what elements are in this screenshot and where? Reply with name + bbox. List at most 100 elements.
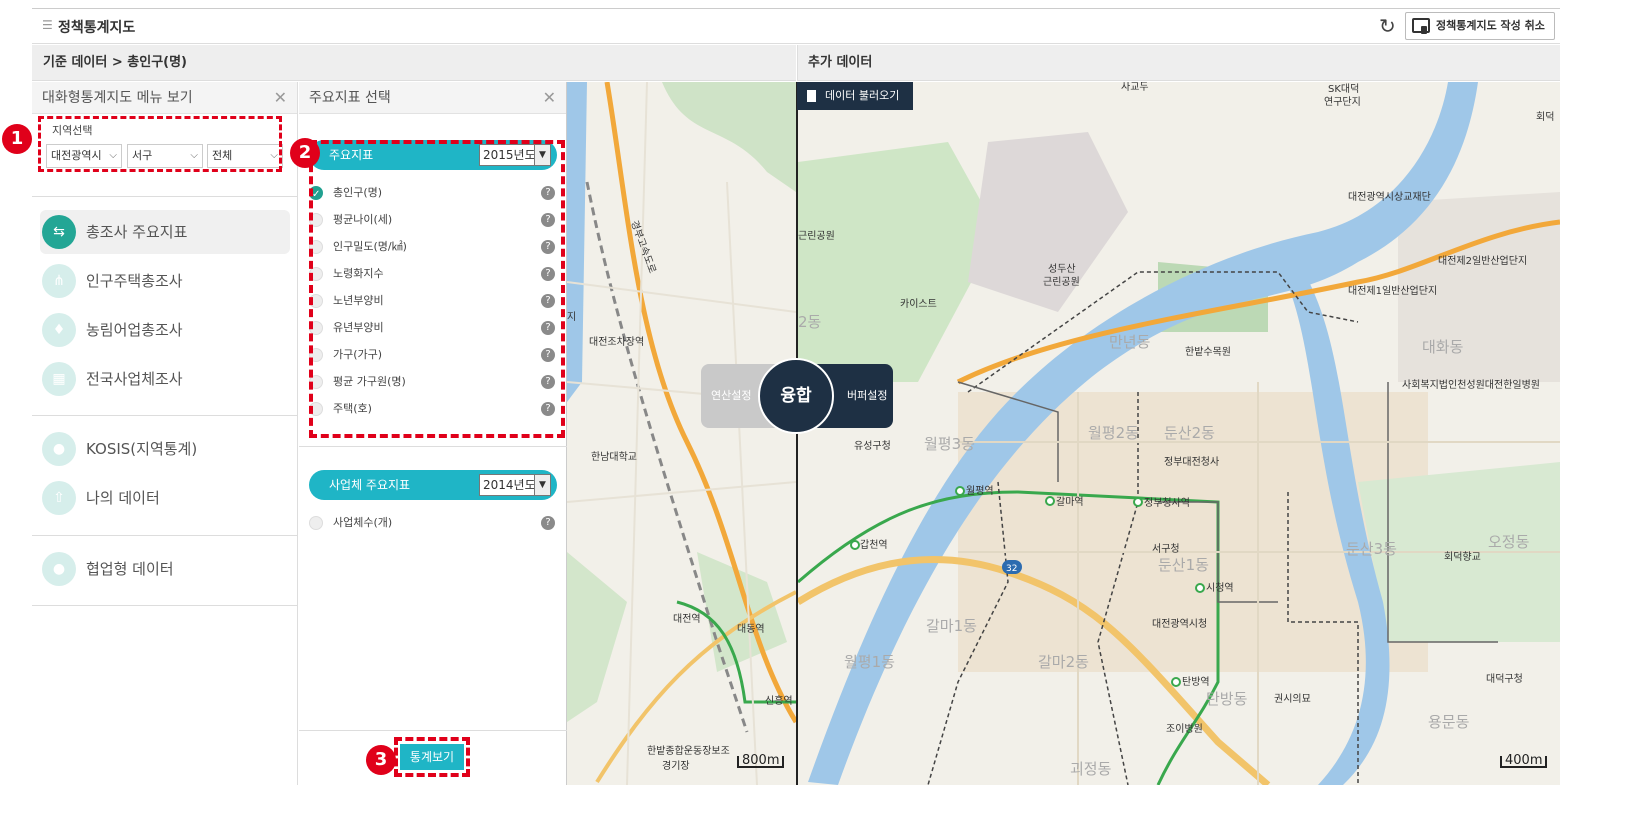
svg-text:갈마2동: 갈마2동 [1038, 653, 1089, 671]
svg-text:SK대덕: SK대덕 [1328, 83, 1359, 95]
fusion-control: 연산설정 버퍼설정 융합 [701, 358, 893, 434]
menu-item-business-census[interactable]: ▦ 전국사업체조사 [40, 357, 290, 401]
menu-icon[interactable]: ☰ [42, 18, 53, 32]
cancel-policy-map-button[interactable]: 정책통계지도 작성 취소 [1405, 12, 1555, 40]
svg-text:카이스트: 카이스트 [900, 298, 937, 310]
help-icon[interactable]: ? [541, 516, 555, 530]
monitor-icon [1412, 18, 1430, 34]
menu-item-label: 나의 데이터 [86, 489, 160, 507]
people-icon: ⋔ [42, 264, 76, 298]
menu-item-label: 총조사 주요지표 [86, 223, 188, 241]
svg-text:용문동: 용문동 [1428, 713, 1470, 731]
menu-item-label: 농림어업총조사 [86, 321, 183, 339]
svg-text:지: 지 [567, 311, 576, 323]
divider [32, 196, 298, 197]
right-map-canvas: 32 사교두 SK대덕 연구단지 회덕 대전광역시상교재단 대전제2일반산업단지… [798, 82, 1560, 785]
svg-text:한밭종합운동장보조: 한밭종합운동장보조 [647, 745, 730, 757]
indicator-panel: 주요지표 선택 ✕ 주요지표 2015년도▼ 총인구(명)? 평균나이(세)? … [299, 82, 567, 785]
svg-text:갈마1동: 갈마1동 [926, 617, 977, 635]
load-data-button[interactable]: 데이터 불러오기 [797, 82, 913, 110]
right-map-scale: 400m [1500, 754, 1548, 768]
signpost-icon: ⇆ [42, 215, 76, 249]
divider [32, 535, 298, 536]
page-title: 정책통계지도 [58, 20, 136, 36]
svg-text:32: 32 [1006, 564, 1017, 574]
svg-text:사회복지법인천성원대전한일병원: 사회복지법인천성원대전한일병원 [1402, 379, 1540, 391]
menu-panel: 대화형통계지도 메뉴 보기 ✕ 지역선택 대전광역시 ⌵ 서구 ⌵ 전체 ⌵ ⇆ 총조… [32, 82, 298, 785]
document-icon [807, 90, 816, 102]
svg-text:근린공원: 근린공원 [1043, 276, 1080, 288]
step-badge-3: 3 [366, 745, 396, 775]
svg-text:월평1동: 월평1동 [844, 653, 895, 671]
korea-map-icon: ● [42, 552, 76, 586]
menu-item-kosis[interactable]: ● KOSIS(지역통계) [40, 427, 290, 471]
svg-text:갈마역: 갈마역 [1056, 495, 1084, 508]
fusion-button[interactable]: 융합 [758, 358, 834, 434]
svg-text:경기장: 경기장 [662, 759, 690, 772]
svg-text:둔산2동: 둔산2동 [1164, 424, 1215, 442]
menu-item-label: 협업형 데이터 [86, 560, 174, 578]
year-select[interactable]: 2014년도 ▼ [479, 474, 551, 496]
right-map[interactable]: 32 사교두 SK대덕 연구단지 회덕 대전광역시상교재단 대전제2일반산업단지… [798, 82, 1560, 785]
svg-text:조이병원: 조이병원 [1166, 723, 1203, 735]
cancel-label: 정책통계지도 작성 취소 [1436, 19, 1545, 32]
svg-text:탄방동: 탄방동 [1206, 690, 1248, 708]
svg-text:월평역: 월평역 [966, 485, 994, 497]
svg-text:대화동: 대화동 [1422, 338, 1464, 356]
svg-text:한밭수목원: 한밭수목원 [1185, 346, 1231, 358]
radio[interactable] [309, 516, 323, 530]
indicator-item[interactable]: 사업체수(개)? [307, 513, 559, 533]
svg-text:월평2동: 월평2동 [1088, 424, 1139, 442]
svg-text:유성구청: 유성구청 [854, 440, 891, 452]
svg-text:갑천역: 갑천역 [860, 539, 888, 551]
step-badge-1: 1 [2, 124, 32, 154]
menu-item-collab-data[interactable]: ● 협업형 데이터 [40, 547, 290, 591]
svg-text:한남대학교: 한남대학교 [591, 451, 637, 463]
divider [299, 730, 567, 731]
highlight-box-1 [38, 116, 282, 172]
svg-text:신흥역: 신흥역 [765, 694, 793, 707]
menu-item-population-census[interactable]: ⋔ 인구주택총조사 [40, 259, 290, 303]
svg-text:대전제1일반산업단지: 대전제1일반산업단지 [1348, 284, 1437, 297]
korea-map-icon: ● [42, 432, 76, 466]
menu-item-agriculture-census[interactable]: ♦ 농림어업총조사 [40, 308, 290, 352]
svg-text:대전역: 대전역 [673, 613, 701, 625]
highlight-box-3 [394, 737, 470, 777]
svg-text:회덕: 회덕 [1536, 111, 1554, 123]
base-data-header: 기준 데이터 > 총인구(명) [32, 45, 796, 81]
group-label: 사업체 주요지표 [329, 478, 411, 492]
load-data-label: 데이터 불러오기 [825, 89, 900, 102]
svg-text:대전조차장역: 대전조차장역 [589, 336, 644, 348]
svg-text:괴정동: 괴정동 [1070, 760, 1112, 778]
svg-text:근린공원: 근린공원 [798, 230, 835, 242]
svg-text:월평3동: 월평3동 [924, 435, 975, 453]
top-bar: ☰ 정책통계지도 ↻ 정책통계지도 작성 취소 [32, 8, 1560, 44]
business-indicator-group: 사업체 주요지표 2014년도 ▼ [309, 470, 557, 500]
svg-text:회덕향교: 회덕향교 [1444, 551, 1481, 563]
svg-text:둔산1동: 둔산1동 [1158, 556, 1209, 574]
left-map-scale: 800m [737, 754, 785, 768]
menu-item-label: KOSIS(지역통계) [86, 440, 198, 458]
svg-text:시청역: 시청역 [1206, 582, 1234, 594]
building-icon: ▦ [42, 362, 76, 396]
refresh-icon[interactable]: ↻ [1379, 14, 1396, 38]
svg-text:정부대전청사: 정부대전청사 [1164, 456, 1219, 468]
svg-text:성두산: 성두산 [1048, 263, 1076, 275]
indicator-panel-title: 주요지표 선택 [309, 90, 391, 106]
upload-icon: ⇧ [42, 481, 76, 515]
close-icon[interactable]: ✕ [543, 82, 556, 114]
close-icon[interactable]: ✕ [274, 82, 287, 114]
svg-text:정부청사역: 정부청사역 [1144, 497, 1190, 509]
menu-item-label: 전국사업체조사 [86, 370, 183, 388]
svg-text:대덕구청: 대덕구청 [1486, 673, 1523, 685]
menu-panel-header: 대화형통계지도 메뉴 보기 ✕ [32, 82, 297, 114]
chevron-down-icon: ▼ [534, 475, 550, 495]
menu-item-census-indicators[interactable]: ⇆ 총조사 주요지표 [40, 210, 290, 254]
svg-text:둔산3동: 둔산3동 [1346, 540, 1397, 558]
step-badge-2: 2 [290, 138, 320, 168]
svg-text:만년동: 만년동 [1109, 333, 1151, 351]
svg-text:사교두: 사교두 [1121, 82, 1149, 93]
added-data-header: 추가 데이터 [797, 45, 1560, 81]
menu-item-my-data[interactable]: ⇧ 나의 데이터 [40, 476, 290, 520]
svg-text:탄방역: 탄방역 [1182, 676, 1210, 688]
